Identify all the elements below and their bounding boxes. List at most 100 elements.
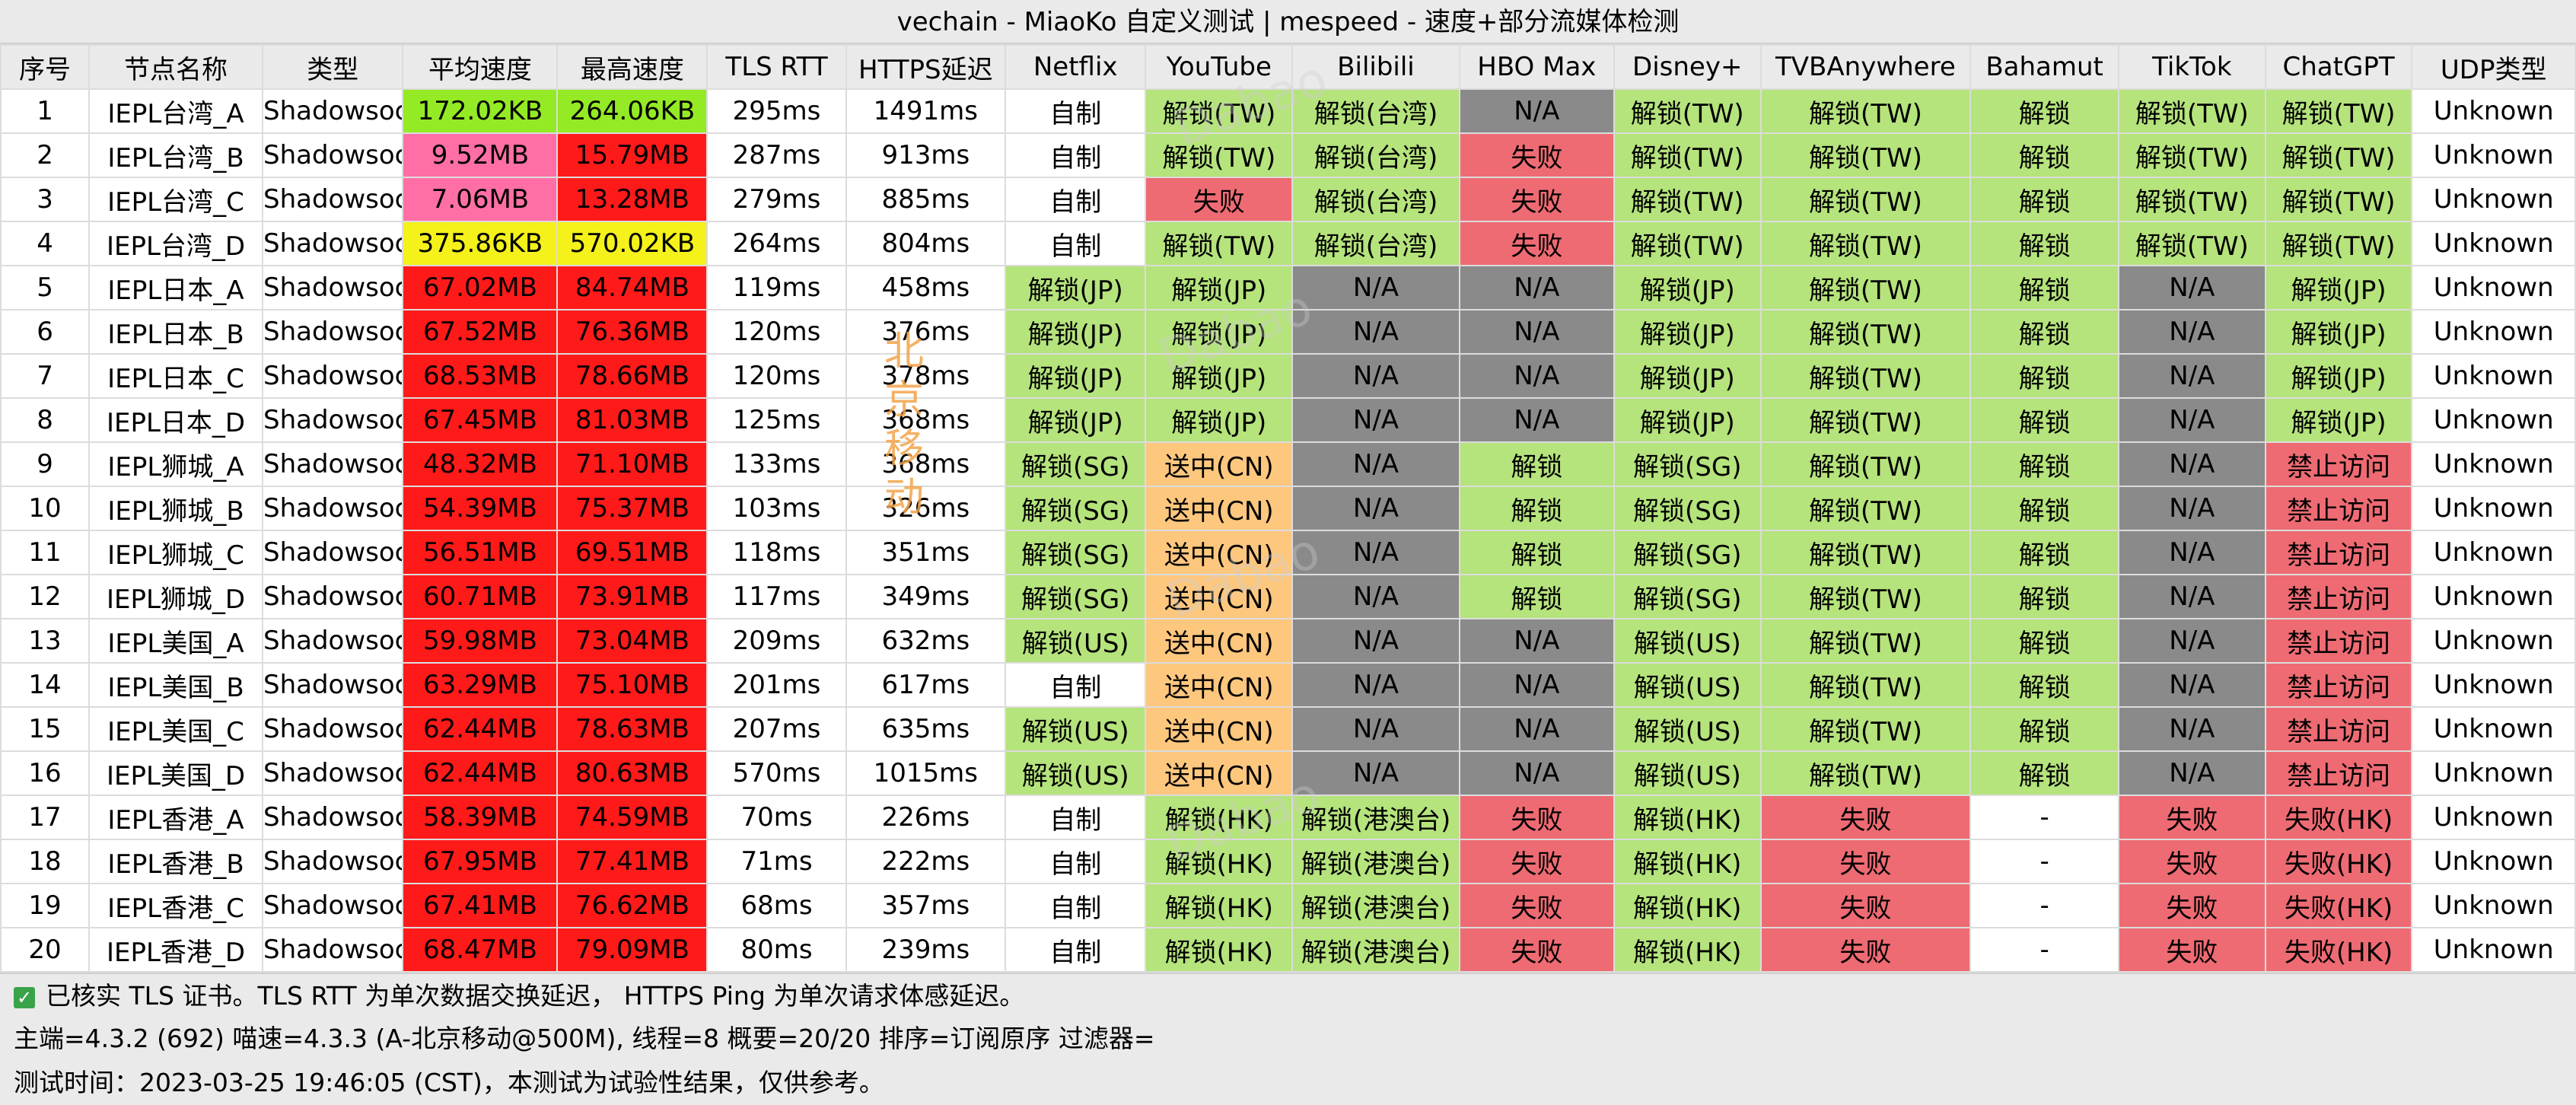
table-cell: 失败 [1759,927,1972,973]
table-cell: Unknown [2411,397,2576,443]
table-cell: ShadowsocksR [261,750,404,796]
table-cell: 解锁(JP) [1004,265,1147,310]
table-cell: N/A [1458,618,1615,664]
table-cell: N/A [2117,574,2266,619]
table-cell: 禁止访问 [2264,530,2413,575]
table-cell: 解锁(TW) [1145,221,1294,266]
table-cell: 解锁(TW) [2117,221,2266,266]
table-cell: N/A [2117,441,2266,487]
table-cell: N/A [1291,618,1460,664]
table-cell: Unknown [2411,839,2576,884]
table-cell: 357ms [845,883,1007,928]
table-cell: N/A [2117,309,2266,355]
table-cell: 解锁(US) [1613,750,1762,796]
table-cell: IEPL美国_B [88,662,263,708]
table-cell: N/A [1291,353,1460,399]
table-cell: 120ms [706,353,847,399]
table-cell: ShadowsocksR [261,706,404,752]
table-cell: 失败 [2117,839,2266,884]
table-cell: 10 [0,486,91,531]
table-cell: IEPL日本_B [88,309,263,355]
table-cell: 解锁 [1969,221,2119,266]
table-cell: 自制 [1004,88,1147,134]
table-cell: 60.71MB [402,574,559,619]
table-cell: 失败 [1458,795,1615,840]
table-cell: IEPL台湾_B [88,132,263,178]
table-cell: ShadowsocksR [261,927,404,973]
table-cell: 解锁(HK) [1145,927,1294,973]
table-cell: 222ms [845,839,1007,884]
table-cell: IEPL台湾_C [88,177,263,222]
table-row: 13IEPL美国_AShadowsocksR59.98MB73.04MB209m… [0,618,2576,664]
table-cell: N/A [2117,353,2266,399]
table-cell: ShadowsocksR [261,309,404,355]
table-cell: IEPL狮城_A [88,441,263,487]
table-row: 9IEPL狮城_AShadowsocksR48.32MB71.10MB133ms… [0,441,2576,487]
column-header: 平均速度 [402,44,559,90]
table-cell: ShadowsocksR [261,353,404,399]
table-cell: 解锁(SG) [1613,530,1762,575]
column-header: 类型 [261,44,404,90]
table-cell: 送中(CN) [1145,618,1294,664]
table-cell: 解锁(TW) [2117,88,2266,134]
footer-line-1: 已核实 TLS 证书。TLS RTT 为单次数据交换延迟， HTTPS Ping… [46,981,1025,1011]
table-cell: 解锁(港澳台) [1291,839,1460,884]
table-cell: 804ms [845,221,1007,266]
table-cell: 解锁(SG) [1004,530,1147,575]
table-cell: 570ms [706,750,847,796]
table-cell: IEPL狮城_B [88,486,263,531]
table-cell: 120ms [706,309,847,355]
table-cell: ShadowsocksR [261,441,404,487]
table-cell: 103ms [706,486,847,531]
table-cell: ShadowsocksR [261,618,404,664]
table-cell: 9 [0,441,91,487]
table-cell: 279ms [706,177,847,222]
table-cell: 解锁 [1969,706,2119,752]
table-cell: 解锁(US) [1004,750,1147,796]
table-cell: 自制 [1004,927,1147,973]
table-cell: Unknown [2411,795,2576,840]
column-header: Bahamut [1969,44,2119,90]
table-cell: 264.06KB [556,88,708,134]
table-cell: 解锁 [1969,441,2119,487]
table-cell: ShadowsocksR [261,265,404,310]
table-cell: 禁止访问 [2264,441,2413,487]
table-cell: N/A [2117,618,2266,664]
table-cell: - [1969,795,2119,840]
table-cell: 68.53MB [402,353,559,399]
table-cell: 解锁(JP) [1145,397,1294,443]
table-cell: 67.02MB [402,265,559,310]
table-cell: 84.74MB [556,265,708,310]
table-cell: 76.62MB [556,883,708,928]
table-cell: 80ms [706,927,847,973]
table-cell: Unknown [2411,177,2576,222]
footer-tls-note: ✓ 已核实 TLS 证书。TLS RTT 为单次数据交换延迟， HTTPS Pin… [0,973,2576,1017]
table-cell: 67.41MB [402,883,559,928]
table-cell: 81.03MB [556,397,708,443]
table-cell: 解锁 [1969,177,2119,222]
table-row: 7IEPL日本_CShadowsocksR68.53MB78.66MB120ms… [0,353,2576,399]
table-cell: 禁止访问 [2264,706,2413,752]
table-cell: 73.91MB [556,574,708,619]
table-cell: 解锁(TW) [1759,750,1972,796]
table-cell: 失败(HK) [2264,927,2413,973]
table-row: 2IEPL台湾_BShadowsocksR9.52MB15.79MB287ms9… [0,132,2576,178]
table-row: 18IEPL香港_BShadowsocksR67.95MB77.41MB71ms… [0,839,2576,884]
table-cell: N/A [2117,662,2266,708]
table-row: 4IEPL台湾_DShadowsocksR375.86KB570.02KB264… [0,221,2576,266]
table-cell: 失败 [1458,221,1615,266]
table-cell: IEPL香港_C [88,883,263,928]
table-cell: 失败 [1458,177,1615,222]
table-cell: 自制 [1004,883,1147,928]
table-cell: 解锁(TW) [1759,618,1972,664]
table-cell: 11 [0,530,91,575]
table-cell: 解锁(US) [1004,706,1147,752]
table-cell: N/A [1291,574,1460,619]
table-cell: ShadowsocksR [261,883,404,928]
table-cell: 14 [0,662,91,708]
table-cell: Unknown [2411,265,2576,310]
footer-test-time: 测试时间：2023-03-25 19:46:05 (CST)，本测试为试验性结果… [0,1061,2576,1105]
table-cell: 458ms [845,265,1007,310]
table-cell: Unknown [2411,530,2576,575]
table-cell: 解锁(JP) [1613,309,1762,355]
